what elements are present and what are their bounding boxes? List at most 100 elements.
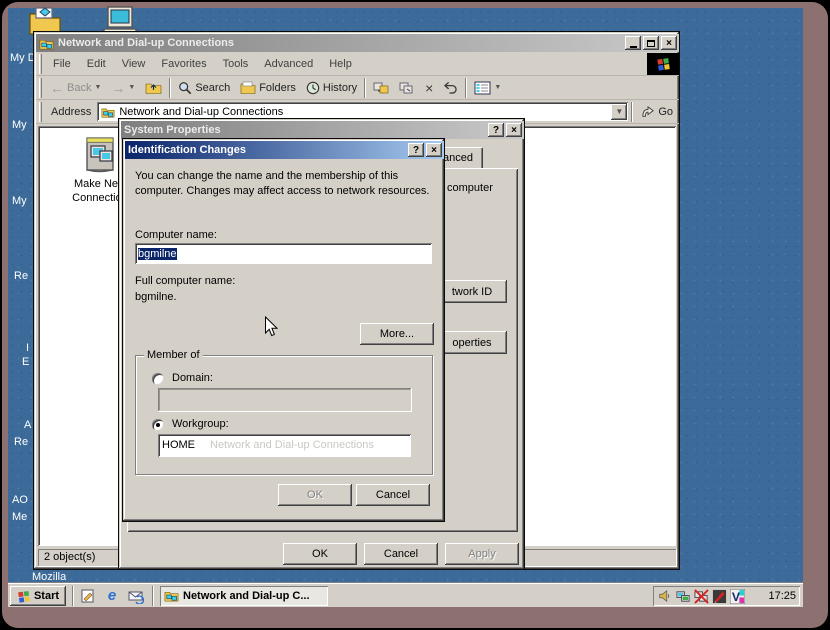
more-button[interactable]: More... (360, 323, 434, 345)
folders-button[interactable]: Folders (235, 77, 301, 99)
menu-edit[interactable]: Edit (79, 56, 114, 72)
ghost-artifact-text: Network and Dial-up Connections (210, 439, 400, 451)
close-icon[interactable]: × (506, 123, 522, 137)
windows-brand-logo (647, 53, 679, 75)
ok-button[interactable]: OK (283, 543, 357, 565)
toolbar: ← Back▼ →▼ Search Folders History (36, 76, 679, 100)
history-button[interactable]: History (301, 77, 362, 99)
menu-tools[interactable]: Tools (215, 56, 257, 72)
member-of-label: Member of (144, 349, 203, 361)
workgroup-field[interactable]: HOME Network and Dial-up Connections (158, 434, 412, 458)
system-properties-title: System Properties (124, 124, 221, 136)
menu-advanced[interactable]: Advanced (256, 56, 321, 72)
internet-explorer-icon[interactable]: e (103, 587, 121, 605)
make-new-connection-icon (81, 136, 119, 174)
address-value: Network and Dial-up Connections (119, 106, 283, 118)
desktop-icon-label-mozilla[interactable]: Mozilla (32, 571, 66, 583)
workgroup-radio[interactable] (152, 419, 164, 431)
desktop-icon-label-fragment[interactable]: My D (10, 52, 36, 64)
desktop-icon-label-fragment[interactable]: My (12, 119, 27, 131)
full-computer-name-value: bgmilne. (135, 291, 177, 303)
cancel-button[interactable]: Cancel (364, 543, 438, 565)
menu-grip[interactable] (39, 54, 42, 74)
undo-button[interactable] (438, 77, 463, 99)
views-icon (474, 81, 491, 95)
v-antivirus-icon[interactable]: V (729, 588, 745, 604)
domain-radio[interactable] (152, 373, 164, 385)
taskbar: Start e Network and Dial-up C... (8, 583, 803, 607)
window-titlebar[interactable]: Network and Dial-up Connections × (36, 34, 679, 52)
back-button[interactable]: ← Back▼ (45, 77, 106, 99)
show-desktop-icon[interactable] (79, 587, 97, 605)
addressbar-grip[interactable] (39, 102, 42, 122)
identification-changes-title: Identification Changes (128, 144, 246, 156)
menu-help[interactable]: Help (321, 56, 360, 72)
move-to-icon (373, 81, 389, 95)
forward-button[interactable]: →▼ (106, 77, 140, 99)
menu-bar: File Edit View Favorites Tools Advanced … (36, 52, 679, 76)
outlook-express-icon[interactable] (127, 587, 145, 605)
address-dropdown-button[interactable]: ▼ (611, 104, 627, 120)
desktop-icon-label-fragment[interactable]: I (26, 342, 29, 354)
delete-button[interactable]: × (420, 77, 438, 99)
desktop-icon-label-fragment[interactable]: A (24, 419, 31, 431)
system-properties-titlebar[interactable]: System Properties ? × (121, 121, 524, 139)
move-to-button[interactable] (368, 77, 394, 99)
desktop-icon-label-fragment[interactable]: Me (12, 511, 27, 523)
network-folder-icon (101, 106, 115, 118)
desktop-icon-label-fragment[interactable]: Re (14, 270, 28, 282)
go-arrow-icon (641, 106, 655, 118)
desktop-icon-label-fragment[interactable]: Re (14, 436, 28, 448)
screen: My D My My Re I E A Re AO Me Mozilla Sta… (0, 0, 830, 630)
ok-button[interactable]: OK (278, 484, 352, 506)
minimize-button[interactable] (625, 36, 641, 50)
desktop-icon-label-fragment[interactable]: E (22, 356, 29, 368)
domain-field[interactable] (158, 388, 412, 412)
views-button[interactable]: ▼ (469, 77, 506, 99)
identification-changes-dialog: Identification Changes ? × You can chang… (122, 138, 445, 522)
undo-icon (443, 81, 458, 94)
menu-favorites[interactable]: Favorites (153, 56, 214, 72)
dialog-description: You can change the name and the membersh… (135, 169, 435, 199)
properties-button-fragment[interactable]: operties (437, 331, 507, 354)
menu-view[interactable]: View (114, 56, 154, 72)
address-label: Address (45, 106, 97, 118)
help-button[interactable]: ? (408, 143, 424, 157)
paintbrush-icon[interactable] (711, 588, 727, 604)
network-connection-icon[interactable] (675, 588, 691, 604)
computer-name-field[interactable]: bgmilne (135, 243, 433, 265)
taskbar-separator (152, 586, 154, 606)
task-button-network-connections[interactable]: Network and Dial-up C... (160, 586, 328, 606)
computer-name-label: Computer name: (135, 229, 217, 241)
toolbar-grip[interactable] (39, 78, 42, 98)
workgroup-value: HOME (162, 439, 195, 451)
windows-logo-icon (17, 589, 31, 603)
go-button[interactable]: Go (635, 101, 679, 123)
cancel-button[interactable]: Cancel (356, 484, 430, 506)
desktop-icon-label-fragment[interactable]: AO (12, 494, 28, 506)
window-title: Network and Dial-up Connections (58, 37, 234, 49)
copy-to-button[interactable] (394, 77, 420, 99)
network-disconnected-icon[interactable] (693, 588, 709, 604)
domain-label: Domain: (172, 372, 213, 384)
desktop-icon-label-fragment[interactable]: My (12, 195, 27, 207)
close-icon[interactable]: × (661, 36, 677, 50)
folders-icon (240, 81, 256, 94)
close-icon[interactable]: × (426, 143, 442, 157)
full-computer-name-label: Full computer name: (135, 275, 235, 287)
apply-button[interactable]: Apply (445, 543, 519, 565)
task-button-label: Network and Dial-up C... (183, 590, 310, 602)
network-id-button-fragment[interactable]: twork ID (437, 280, 507, 303)
delete-x-icon: × (425, 80, 433, 96)
volume-icon[interactable] (657, 588, 673, 604)
menu-file[interactable]: File (45, 56, 79, 72)
taskbar-separator (72, 586, 74, 606)
up-button[interactable] (140, 77, 167, 99)
copy-to-icon (399, 81, 415, 95)
forward-arrow-icon: → (111, 80, 125, 96)
maximize-button[interactable] (643, 36, 659, 50)
help-button[interactable]: ? (488, 123, 504, 137)
start-button[interactable]: Start (10, 586, 66, 606)
identification-changes-titlebar[interactable]: Identification Changes ? × (125, 141, 444, 159)
search-button[interactable]: Search (173, 77, 235, 99)
